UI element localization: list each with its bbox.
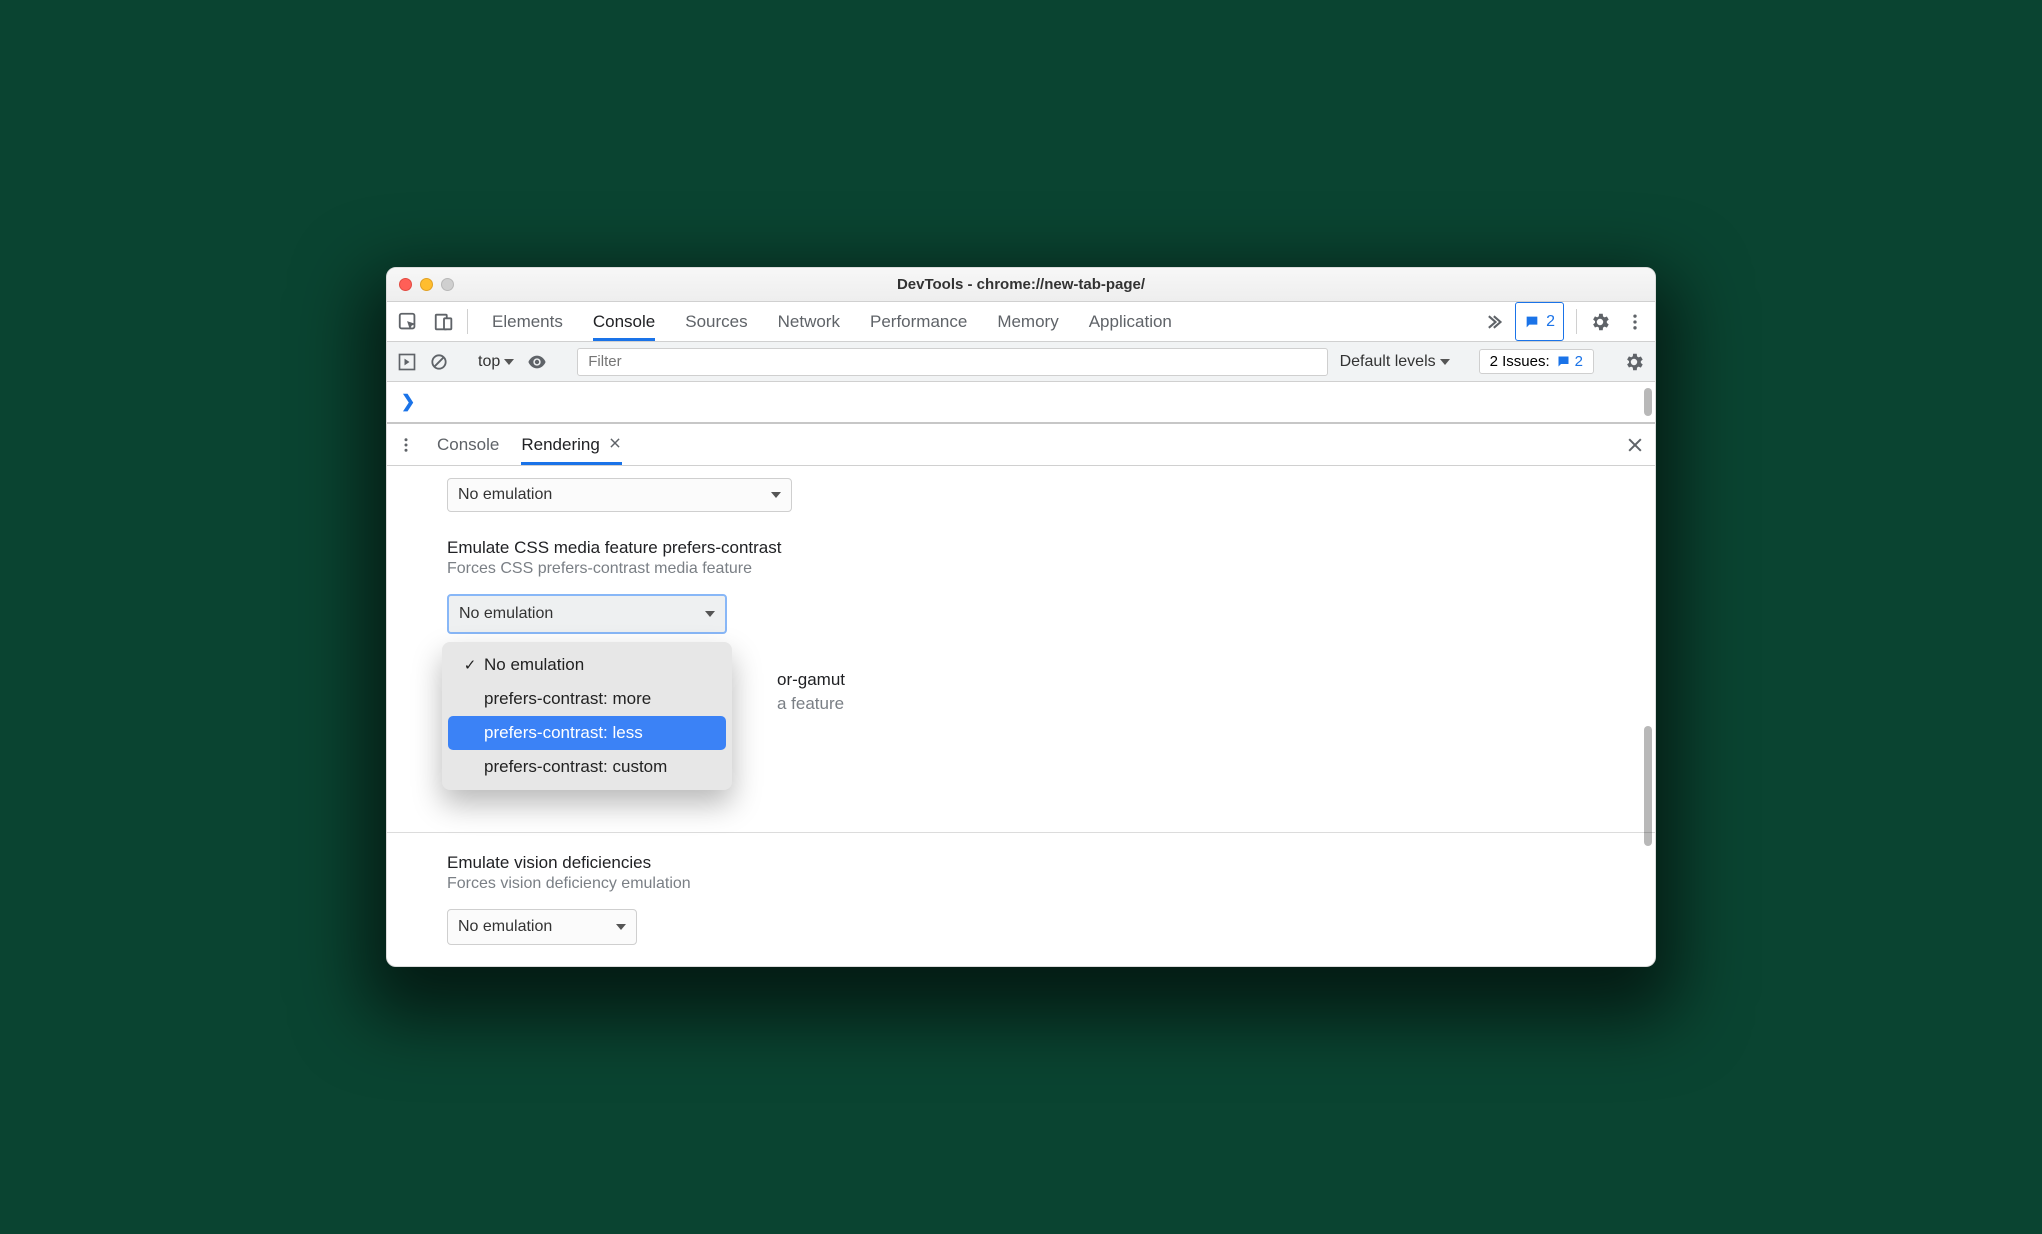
main-tab-network[interactable]: Network bbox=[778, 302, 840, 341]
drawer-close-icon[interactable] bbox=[1625, 424, 1645, 465]
prefers-contrast-dropdown: ✓No emulation prefers-contrast: more prefe… bbox=[442, 642, 732, 790]
checkmark-icon: ✓ bbox=[460, 656, 480, 674]
dropdown-option-label: No emulation bbox=[484, 655, 584, 675]
drawer-tab-console[interactable]: Console bbox=[437, 424, 499, 465]
issues-chip-label: 2 Issues: bbox=[1490, 353, 1550, 370]
vision-deficiencies-select[interactable]: No emulation bbox=[447, 909, 637, 945]
dropdown-option-label: prefers-contrast: less bbox=[484, 723, 643, 743]
context-selector[interactable]: top bbox=[478, 353, 514, 371]
main-tab-performance[interactable]: Performance bbox=[870, 302, 967, 341]
drawer-tabstrip: Console Rendering bbox=[387, 424, 1655, 466]
console-prompt-icon: ❯ bbox=[401, 392, 415, 412]
dropdown-option[interactable]: prefers-contrast: more bbox=[448, 682, 726, 716]
tab-close-icon[interactable] bbox=[608, 435, 622, 455]
dropdown-option[interactable]: prefers-contrast: less bbox=[448, 716, 726, 750]
main-tab-application[interactable]: Application bbox=[1089, 302, 1172, 341]
minimize-window-button[interactable] bbox=[420, 278, 433, 291]
pane-scrollbar[interactable] bbox=[1644, 726, 1652, 846]
section-prefers-contrast: Emulate CSS media feature prefers-contra… bbox=[447, 538, 1595, 634]
dropdown-option[interactable]: ✓No emulation bbox=[448, 648, 726, 682]
vision-deficiencies-select-value: No emulation bbox=[458, 918, 552, 936]
devtools-window: DevTools - chrome://new-tab-page/ bbox=[386, 267, 1656, 967]
main-tabstrip: Elements Console Sources Network Performance… bbox=[387, 302, 1655, 342]
levels-label: Default levels bbox=[1340, 353, 1436, 371]
live-expression-icon[interactable] bbox=[526, 351, 548, 373]
dropdown-option-label: prefers-contrast: more bbox=[484, 689, 651, 709]
settings-gear-icon[interactable] bbox=[1589, 311, 1611, 333]
prev-section-select[interactable]: No emulation bbox=[447, 478, 792, 512]
drawer-tab-label: Rendering bbox=[521, 435, 599, 455]
close-window-button[interactable] bbox=[399, 278, 412, 291]
prefers-contrast-hint: Forces CSS prefers-contrast media featur… bbox=[447, 560, 1595, 578]
prefers-contrast-select[interactable]: No emulation bbox=[447, 594, 727, 634]
levels-selector[interactable]: Default levels bbox=[1340, 353, 1450, 371]
filter-input[interactable] bbox=[577, 348, 1327, 376]
vision-deficiencies-hint: Forces vision deficiency emulation bbox=[447, 875, 1595, 893]
console-settings-gear-icon[interactable] bbox=[1623, 351, 1645, 373]
dropdown-option-label: prefers-contrast: custom bbox=[484, 757, 667, 777]
device-toolbar-icon[interactable] bbox=[433, 311, 455, 333]
prefers-contrast-select-value: No emulation bbox=[459, 605, 553, 623]
kebab-menu-icon[interactable] bbox=[1625, 312, 1645, 332]
prev-section-select-value: No emulation bbox=[458, 486, 552, 504]
main-tab-elements[interactable]: Elements bbox=[492, 302, 563, 341]
vision-deficiencies-heading: Emulate vision deficiencies bbox=[447, 853, 1595, 873]
issues-badge[interactable]: 2 bbox=[1515, 302, 1564, 341]
issues-badge-count: 2 bbox=[1546, 313, 1555, 331]
main-tab-sources[interactable]: Sources bbox=[685, 302, 747, 341]
issues-chip[interactable]: 2 Issues: 2 bbox=[1479, 349, 1594, 374]
console-filterbar: top Default levels 2 Issues: 2 bbox=[387, 342, 1655, 382]
clear-console-icon[interactable] bbox=[429, 352, 449, 372]
drawer-tab-label: Console bbox=[437, 435, 499, 455]
section-vision-deficiencies: Emulate vision deficiencies Forces visio… bbox=[447, 853, 1595, 945]
dropdown-option[interactable]: prefers-contrast: custom bbox=[448, 750, 726, 784]
rendering-pane: No emulation Emulate CSS media feature p… bbox=[387, 466, 1655, 966]
main-tab-console[interactable]: Console bbox=[593, 302, 655, 341]
traffic-lights bbox=[399, 278, 454, 291]
prefers-contrast-heading: Emulate CSS media feature prefers-contra… bbox=[447, 538, 1595, 558]
issues-chip-count: 2 bbox=[1575, 353, 1583, 370]
drawer-kebab-icon[interactable] bbox=[397, 436, 415, 454]
window-title: DevTools - chrome://new-tab-page/ bbox=[387, 276, 1655, 293]
context-label: top bbox=[478, 353, 500, 371]
titlebar: DevTools - chrome://new-tab-page/ bbox=[387, 268, 1655, 302]
inspect-element-icon[interactable] bbox=[397, 311, 419, 333]
run-script-icon[interactable] bbox=[397, 352, 417, 372]
color-gamut-hint-partial: a feature bbox=[777, 694, 844, 714]
console-body[interactable]: ❯ bbox=[387, 382, 1655, 424]
drawer-tab-rendering[interactable]: Rendering bbox=[521, 424, 621, 465]
main-tab-memory[interactable]: Memory bbox=[997, 302, 1058, 341]
more-tabs-icon[interactable] bbox=[1483, 302, 1503, 341]
fullscreen-window-button[interactable] bbox=[441, 278, 454, 291]
color-gamut-heading-partial: or-gamut bbox=[777, 670, 845, 690]
console-scrollbar[interactable] bbox=[1644, 388, 1652, 416]
